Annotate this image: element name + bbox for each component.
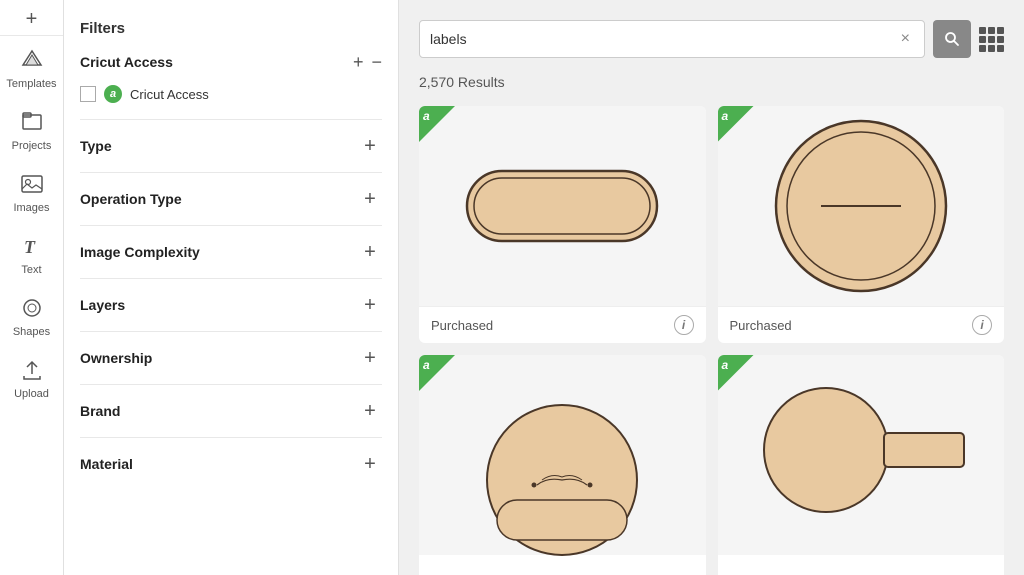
- cricut-access-header: Cricut Access + −: [80, 53, 382, 71]
- filter-type-label: Type: [80, 138, 112, 154]
- cricut-access-option[interactable]: a Cricut Access: [80, 81, 382, 107]
- cricut-access-checkbox[interactable]: [80, 86, 96, 102]
- images-grid: a Purchased i a: [419, 106, 1004, 575]
- shapes-label: Shapes: [13, 326, 50, 338]
- image-card-2: a Purchased i: [718, 106, 1005, 343]
- cricut-badge-icon: a: [104, 85, 122, 103]
- sidebar-item-projects[interactable]: Projects: [0, 98, 63, 160]
- access-badge-3: a: [419, 355, 455, 391]
- filter-operation-type-toggle[interactable]: +: [358, 187, 382, 211]
- sidebar-item-templates[interactable]: Templates: [0, 36, 63, 98]
- label-shape-4: [746, 375, 976, 535]
- image-card-1-footer: Purchased i: [419, 306, 706, 343]
- projects-icon: [18, 108, 46, 136]
- sidebar-item-images[interactable]: Images: [0, 160, 63, 222]
- card-2-status: Purchased: [730, 318, 792, 333]
- cricut-access-toggles: + −: [353, 53, 382, 71]
- label-shape-3: [462, 355, 662, 560]
- filter-brand-toggle[interactable]: +: [358, 399, 382, 423]
- filter-operation-type-label: Operation Type: [80, 191, 182, 207]
- grid-view-button[interactable]: [979, 27, 1004, 52]
- images-label: Images: [13, 202, 49, 214]
- filter-ownership[interactable]: Ownership +: [80, 331, 382, 384]
- image-card-1-canvas: a: [419, 106, 706, 306]
- card-1-info-button[interactable]: i: [674, 315, 694, 335]
- upload-icon: [18, 356, 46, 384]
- filter-image-complexity-toggle[interactable]: +: [358, 240, 382, 264]
- search-bar-row: ×: [419, 20, 1004, 58]
- access-badge-2: a: [718, 106, 754, 142]
- image-card-2-footer: Purchased i: [718, 306, 1005, 343]
- search-container: ×: [419, 20, 925, 58]
- image-card-4: a Purchased i: [718, 355, 1005, 575]
- cricut-access-add-icon[interactable]: +: [353, 53, 364, 71]
- upload-label: Upload: [14, 388, 49, 400]
- search-input[interactable]: [430, 31, 897, 47]
- access-badge-1: a: [419, 106, 455, 142]
- cricut-access-label: Cricut Access: [80, 54, 173, 70]
- templates-label: Templates: [6, 78, 56, 90]
- sidebar-item-shapes[interactable]: Shapes: [0, 284, 63, 346]
- text-icon: T: [18, 232, 46, 260]
- filters-title: Filters: [80, 20, 382, 37]
- search-clear-button[interactable]: ×: [897, 30, 914, 48]
- filter-material-label: Material: [80, 456, 133, 472]
- filter-brand[interactable]: Brand +: [80, 384, 382, 437]
- search-icon: [944, 31, 960, 47]
- filter-brand-label: Brand: [80, 403, 120, 419]
- results-count: 2,570 Results: [419, 74, 1004, 90]
- sidebar-item-text[interactable]: T Text: [0, 222, 63, 284]
- filter-image-complexity-label: Image Complexity: [80, 244, 200, 260]
- grid-view-icon: [979, 27, 1004, 52]
- svg-text:T: T: [24, 237, 36, 257]
- filter-operation-type[interactable]: Operation Type +: [80, 172, 382, 225]
- label-shape-2: [761, 111, 961, 301]
- cricut-access-section: Cricut Access + − a Cricut Access: [80, 53, 382, 107]
- templates-icon: [18, 46, 46, 74]
- image-card-4-canvas: a: [718, 355, 1005, 555]
- filter-layers[interactable]: Layers +: [80, 278, 382, 331]
- cricut-access-minus-icon[interactable]: −: [371, 53, 382, 71]
- filter-material-toggle[interactable]: +: [358, 452, 382, 476]
- main-content: × 2,570 Results a: [399, 0, 1024, 575]
- sidebar-item-upload[interactable]: Upload: [0, 346, 63, 408]
- filter-ownership-toggle[interactable]: +: [358, 346, 382, 370]
- card-1-status: Purchased: [431, 318, 493, 333]
- image-card-3: a Purchased i: [419, 355, 706, 575]
- filter-type[interactable]: Type +: [80, 119, 382, 172]
- filter-type-toggle[interactable]: +: [358, 134, 382, 158]
- plus-new-icon: +: [26, 8, 38, 31]
- label-shape-1: [452, 146, 672, 266]
- filter-ownership-label: Ownership: [80, 350, 152, 366]
- sidebar: + Templates Projects Images: [0, 0, 64, 575]
- projects-label: Projects: [12, 140, 52, 152]
- shapes-icon: [18, 294, 46, 322]
- images-icon: [18, 170, 46, 198]
- filter-layers-label: Layers: [80, 297, 125, 313]
- filter-material[interactable]: Material +: [80, 437, 382, 490]
- image-card-2-canvas: a: [718, 106, 1005, 306]
- filter-layers-toggle[interactable]: +: [358, 293, 382, 317]
- cricut-access-option-label: Cricut Access: [130, 87, 209, 102]
- search-submit-button[interactable]: [933, 20, 971, 58]
- image-card-1: a Purchased i: [419, 106, 706, 343]
- text-label: Text: [21, 264, 41, 276]
- image-card-3-canvas: a: [419, 355, 706, 555]
- filter-image-complexity[interactable]: Image Complexity +: [80, 225, 382, 278]
- filters-panel: Filters Cricut Access + − a Cricut Acces…: [64, 0, 399, 575]
- new-button[interactable]: +: [0, 0, 63, 36]
- card-2-info-button[interactable]: i: [972, 315, 992, 335]
